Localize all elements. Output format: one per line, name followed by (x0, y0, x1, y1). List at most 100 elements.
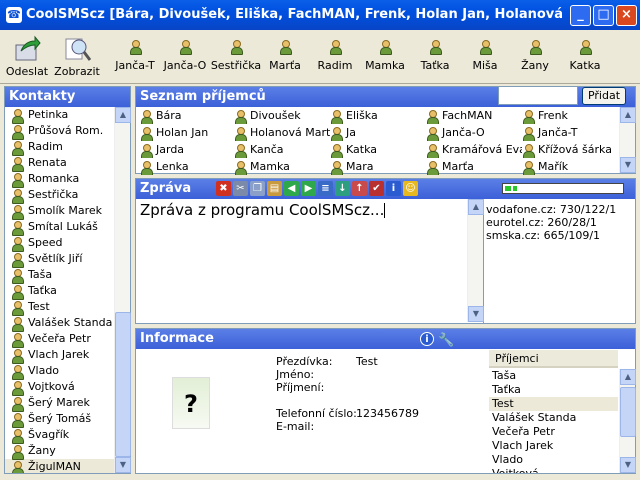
contact-item[interactable]: Vlach Jarek (5, 347, 115, 364)
recipient-item[interactable]: Frenk (522, 108, 618, 124)
contact-item[interactable]: Speed (5, 235, 115, 252)
info-recipient-item[interactable]: Vojtková (489, 467, 618, 473)
recipient-item[interactable]: Holan Jan (140, 125, 236, 141)
info-icon[interactable]: i (420, 332, 434, 346)
contact-item[interactable]: Renata (5, 155, 115, 172)
recipient-item[interactable]: Janča-T (522, 125, 618, 141)
quick-contact[interactable]: Miša (462, 32, 508, 82)
contact-item[interactable]: Světlík Jiří (5, 251, 115, 268)
forward-icon[interactable]: ▶ (301, 181, 316, 196)
contact-item[interactable]: Šerý Tomáš (5, 411, 115, 428)
recipient-item[interactable]: Eliška (330, 108, 426, 124)
wrench-icon[interactable]: 🔧 (438, 331, 454, 351)
back-icon[interactable]: ◀ (284, 181, 299, 196)
contact-item[interactable]: ŽigulMAN (5, 459, 115, 473)
recipient-item[interactable]: Divoušek (234, 108, 330, 124)
quick-contact[interactable]: Marťa (262, 32, 308, 82)
contact-item[interactable]: Sestřička (5, 187, 115, 204)
contacts-scrollbar[interactable]: ▲ ▼ (114, 107, 131, 473)
contact-item[interactable]: Vojtková (5, 379, 115, 396)
contact-item[interactable]: Taša (5, 267, 115, 284)
recipient-item[interactable]: Lenka (140, 159, 236, 175)
contact-item[interactable]: Šerý Marek (5, 395, 115, 412)
contact-item[interactable]: Smítal Lukáš (5, 219, 115, 236)
recipient-search-input[interactable] (498, 86, 578, 105)
scroll-up-button[interactable]: ▲ (468, 199, 484, 215)
recipients-scrollbar[interactable]: ▲ ▼ (619, 107, 636, 173)
contact-item[interactable]: Průšová Rom. (5, 123, 115, 140)
contact-item[interactable]: Taťka (5, 283, 115, 300)
recipient-item[interactable]: Křížová šárka (522, 142, 618, 158)
paste-icon[interactable]: ▤ (267, 181, 282, 196)
scroll-thumb[interactable] (115, 312, 131, 457)
info-recipient-item[interactable]: Vlach Jarek (489, 439, 618, 453)
recipient-item[interactable]: FachMAN (426, 108, 522, 124)
recipient-item[interactable]: Mara (330, 159, 426, 175)
maximize-button[interactable]: □ (593, 5, 614, 26)
quick-contact[interactable]: Sestřička (210, 32, 262, 82)
recipient-item[interactable]: Marťa (426, 159, 522, 175)
quick-contact[interactable]: Radim (312, 32, 358, 82)
recipient-item[interactable]: Jarda (140, 142, 236, 158)
scroll-up-button[interactable]: ▲ (620, 369, 636, 385)
info-recipient-item[interactable]: Valášek Standa (489, 411, 618, 425)
recipient-item[interactable]: Katka (330, 142, 426, 158)
scroll-down-button[interactable]: ▼ (620, 157, 636, 173)
contact-item[interactable]: Švagřík (5, 427, 115, 444)
import-icon[interactable]: ↓ (335, 181, 350, 196)
quick-contact[interactable]: Katka (562, 32, 608, 82)
scroll-thumb[interactable] (620, 387, 636, 437)
info-recipient-item[interactable]: Taša (489, 369, 618, 383)
info-recipient-item[interactable]: Večeřa Petr (489, 425, 618, 439)
delete-icon[interactable]: ✖ (216, 181, 231, 196)
recipient-item[interactable]: Holanová Marta (234, 125, 330, 141)
contact-item[interactable]: Vlado (5, 363, 115, 380)
quick-contact[interactable]: Mamka (362, 32, 408, 82)
show-button[interactable]: Zobrazit (54, 32, 100, 82)
recipient-item[interactable]: Mařík (522, 159, 618, 175)
info-icon[interactable]: i (386, 181, 401, 196)
info-recipient-item[interactable]: Test (489, 397, 618, 411)
minimize-button[interactable]: _ (570, 5, 591, 26)
smiley-icon[interactable]: ☺ (403, 181, 418, 196)
recipient-item[interactable]: Ja (330, 125, 426, 141)
scroll-down-button[interactable]: ▼ (468, 306, 484, 322)
spellcheck-icon[interactable]: ✔ (369, 181, 384, 196)
info-recipient-item[interactable]: Vlado (489, 453, 618, 467)
quick-contact[interactable]: Taťka (412, 32, 458, 82)
contact-item[interactable]: Smolík Marek (5, 203, 115, 220)
scroll-up-button[interactable]: ▲ (115, 107, 131, 123)
send-button[interactable]: Odeslat (4, 32, 50, 82)
contact-item[interactable]: Valášek Standa (5, 315, 115, 332)
info-recipient-item[interactable]: Taťka (489, 383, 618, 397)
close-button[interactable]: × (616, 5, 637, 26)
info-scrollbar[interactable]: ▲ ▼ (619, 369, 636, 473)
scroll-down-button[interactable]: ▼ (115, 457, 131, 473)
quick-contact[interactable]: Janča-O (160, 32, 210, 82)
recipient-item[interactable]: Janča-O (426, 125, 522, 141)
contact-item[interactable]: Večeřa Petr (5, 331, 115, 348)
contact-item[interactable]: Žany (5, 443, 115, 460)
contact-item[interactable]: Radim (5, 139, 115, 156)
recipient-item[interactable]: Bára (140, 108, 236, 124)
message-textarea[interactable]: Zpráva z programu CoolSMScz... ▲ ▼ (136, 199, 484, 323)
contact-item[interactable]: Petinka (5, 107, 115, 124)
template-icon[interactable]: ≡ (318, 181, 333, 196)
scroll-up-button[interactable]: ▲ (620, 107, 636, 123)
contact-item[interactable]: Romanka (5, 171, 115, 188)
message-scrollbar[interactable]: ▲ ▼ (467, 199, 484, 322)
export-icon[interactable]: ↑ (352, 181, 367, 196)
recipients-column-header[interactable]: Příjemci (489, 350, 618, 368)
add-recipient-button[interactable]: Přidat (582, 87, 626, 105)
recipient-item[interactable]: Mamka (234, 159, 330, 175)
recipient-item[interactable]: Kramářová Eva (426, 142, 522, 158)
quick-contact[interactable]: Janča-T (110, 32, 160, 82)
copy-icon[interactable]: ❐ (250, 181, 265, 196)
app-icon[interactable]: ☎ (6, 7, 22, 23)
recipient-item[interactable]: Kanča (234, 142, 330, 158)
contact-item[interactable]: Test (5, 299, 115, 316)
title-bar[interactable]: ☎ CoolSMScz [Bára, Divoušek, Eliška, Fac… (0, 0, 640, 30)
cut-icon[interactable]: ✂ (233, 181, 248, 196)
quick-contact[interactable]: Žany (512, 32, 558, 82)
scroll-down-button[interactable]: ▼ (620, 457, 636, 473)
